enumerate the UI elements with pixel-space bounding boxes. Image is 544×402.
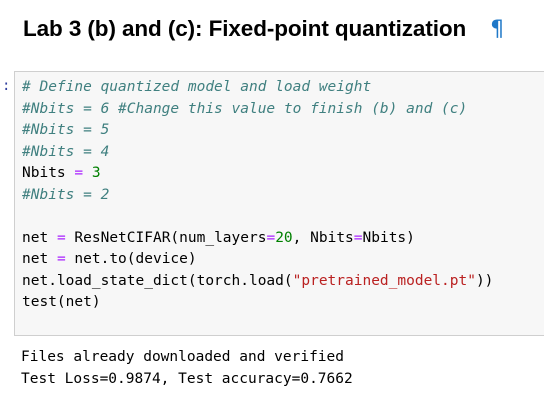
code-text: , Nbits [292, 229, 354, 246]
code-call: ResNetCIFAR(num_layers [74, 229, 267, 246]
code-number: 3 [91, 165, 101, 181]
code-line-11: test(net) [22, 292, 544, 314]
section-heading: Lab 3 (b) and (c): Fixed-point quantizat… [23, 11, 504, 47]
heading-title: Lab 3 (b) and (c): Fixed-point quantizat… [23, 16, 467, 41]
code-line-7-blank [22, 206, 544, 228]
code-text: test(net) [22, 294, 101, 310]
code-variable: net [22, 251, 49, 267]
code-string: "pretrained_model.pt" [292, 272, 476, 289]
code-text: net.load_state_dict(torch.load( [22, 272, 293, 289]
code-comment: #Nbits = 2 [22, 186, 110, 203]
code-line-1: # Define quantized model and load weight [22, 77, 544, 99]
code-variable: Nbits [22, 165, 66, 181]
output-line-2: Test Loss=0.9874, Test accuracy=0.7662 [21, 370, 353, 387]
code-line-9: net = net.to(device) [22, 249, 544, 271]
code-line-5: Nbits = 3 [22, 163, 544, 185]
code-line-8: net = ResNetCIFAR(num_layers=20, Nbits=N… [22, 228, 544, 250]
code-operator: = [56, 229, 66, 246]
code-line-2: #Nbits = 6 #Change this value to finish … [22, 99, 544, 121]
code-comment: #Nbits = 4 [22, 143, 110, 160]
code-comment: #Nbits = 5 [22, 122, 110, 138]
output-line-1: Files already downloaded and verified [21, 349, 345, 365]
code-comment: # Define quantized model and load weight [22, 79, 372, 95]
code-operator: = [353, 229, 363, 246]
pilcrow-anchor-icon[interactable]: ¶ [490, 17, 504, 42]
code-operator: = [74, 165, 84, 181]
code-line-10: net.load_state_dict(torch.load("pretrain… [22, 271, 544, 293]
code-line-3: #Nbits = 5 [22, 120, 544, 142]
code-line-4: #Nbits = 4 [22, 142, 544, 164]
cell-prompt: : [2, 78, 11, 94]
code-operator: = [266, 229, 276, 246]
code-text: net.to(device) [74, 251, 197, 267]
code-text: )) [475, 272, 494, 289]
code-operator: = [56, 251, 66, 267]
code-cell-editor[interactable]: # Define quantized model and load weight… [14, 71, 544, 336]
cell-output: Files already downloaded and verified Te… [21, 347, 353, 390]
code-variable: net [22, 229, 49, 246]
code-comment: #Nbits = 6 #Change this value to finish … [22, 100, 468, 117]
code-text: Nbits) [362, 229, 415, 246]
code-number: 20 [275, 229, 293, 246]
code-line-6: #Nbits = 2 [22, 185, 544, 207]
